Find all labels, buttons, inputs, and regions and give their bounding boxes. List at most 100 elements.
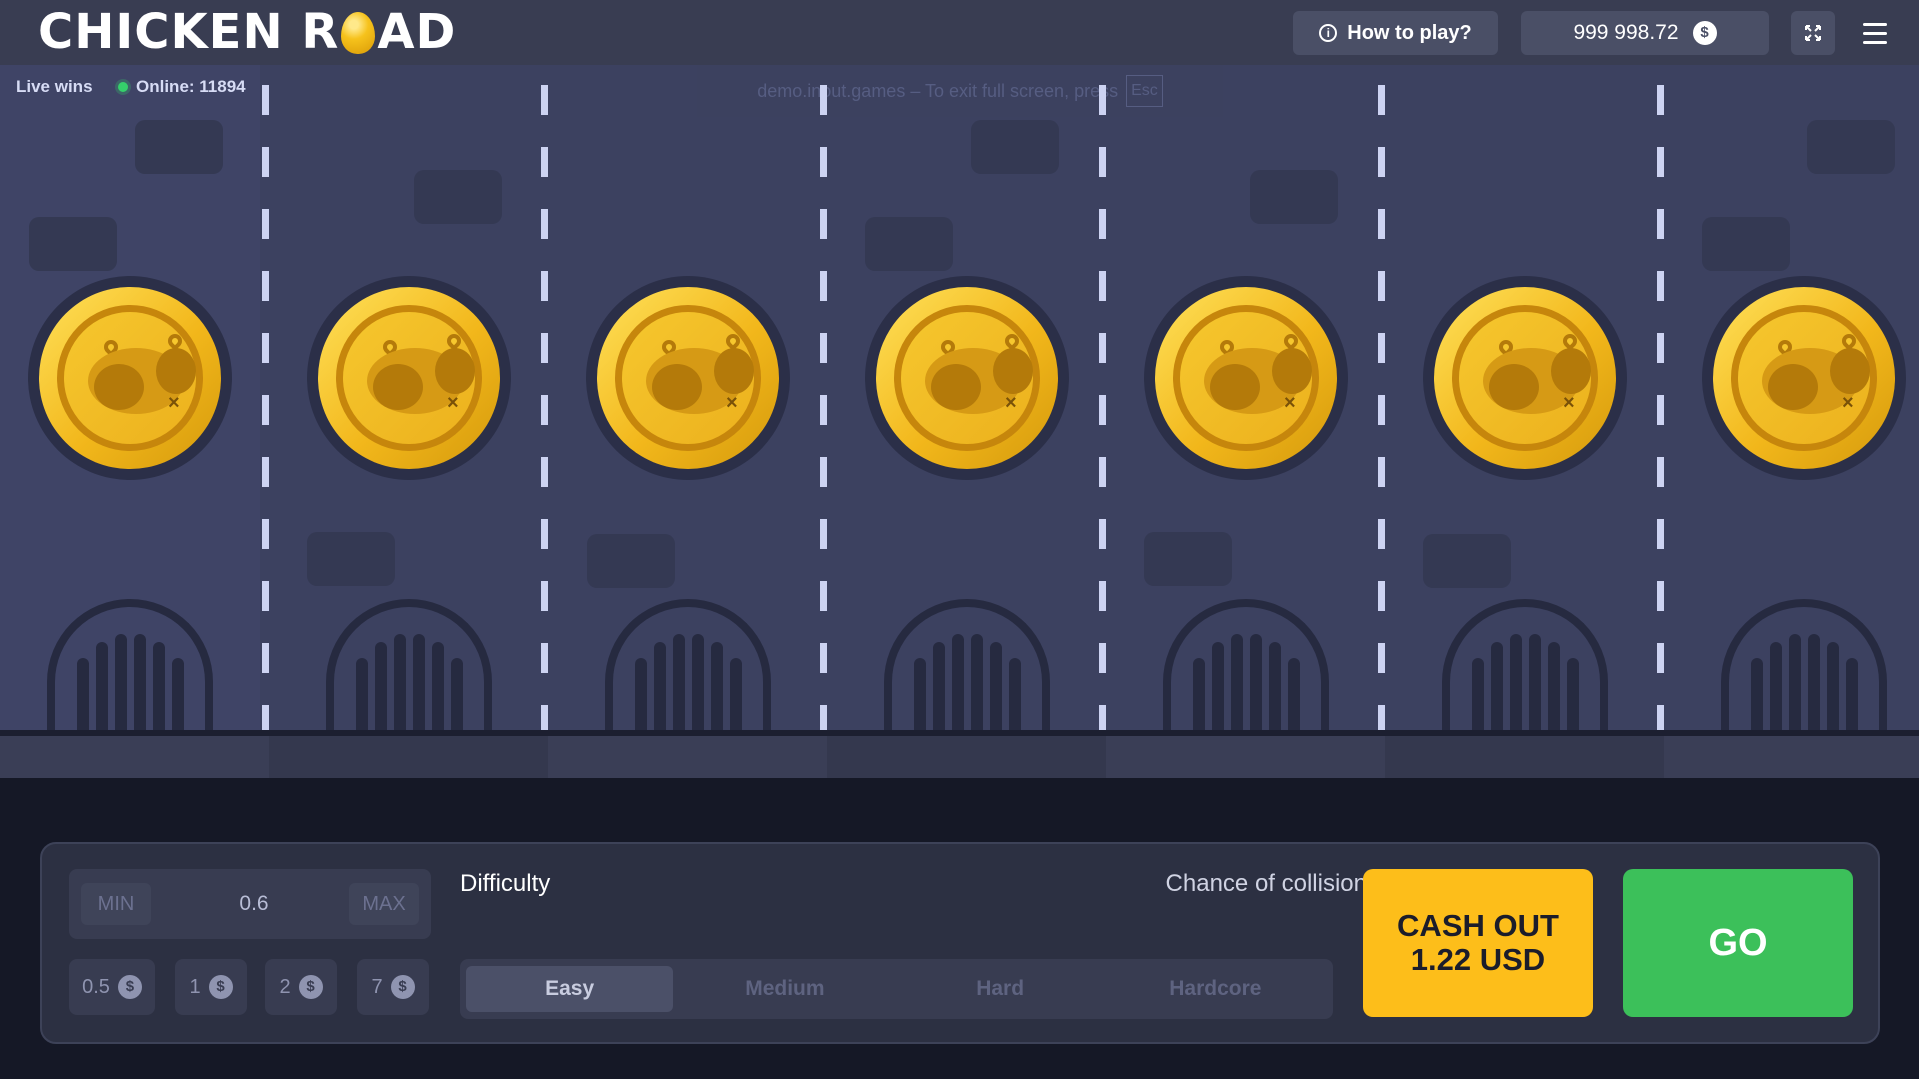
fullscreen-icon (1805, 25, 1821, 41)
info-icon: i (1319, 24, 1338, 42)
chicken-x-mark: × (168, 392, 180, 414)
difficulty-option-medium[interactable]: Medium (681, 966, 888, 1012)
quick-bet-chip[interactable]: 7 $ (357, 959, 429, 1015)
cash-out-button[interactable]: CASH OUT 1.22 USD (1363, 869, 1593, 1017)
lane-divider (262, 85, 269, 730)
bet-control-panel: MIN 0.6 MAX 0.5 $ 1 $ 2 $ 7 $ Difficulty… (40, 842, 1880, 1044)
online-status-dot (118, 82, 128, 92)
chicken-coin-icon: × (318, 287, 500, 469)
dollar-coin-icon: $ (208, 975, 233, 999)
dollar-coin-icon: $ (298, 975, 323, 999)
how-to-play-label: How to play? (1347, 21, 1472, 44)
dollar-coin-icon: $ (390, 975, 415, 999)
lane-divider (1378, 85, 1385, 730)
online-counter: Online: 11894 (118, 77, 246, 97)
chip-amount: 0.5 (82, 975, 110, 998)
lane-divider (541, 85, 548, 730)
quick-bet-chip[interactable]: 1 $ (175, 959, 247, 1015)
top-bar: CHICKEN R AD i How to play? 999 998.72 $ (0, 0, 1919, 65)
car-shadow (1250, 170, 1338, 224)
how-to-play-button[interactable]: i How to play? (1293, 11, 1498, 55)
chicken-coin-icon: × (1155, 287, 1337, 469)
esc-key-badge: Esc (1126, 75, 1163, 107)
fullscreen-notice: demo.inout.games – To exit full screen, … (697, 65, 1223, 117)
sewer-grate-icon (605, 599, 771, 730)
bet-min-button[interactable]: MIN (81, 883, 151, 925)
hamburger-icon-line (1863, 40, 1887, 44)
lane-coin[interactable]: × (586, 276, 790, 480)
cash-out-label: CASH OUT (1397, 908, 1559, 943)
balance-display: 999 998.72 $ (1521, 11, 1769, 55)
car-shadow (414, 170, 502, 224)
sewer-grate-icon (1163, 599, 1329, 730)
car-shadow (587, 534, 675, 588)
menu-button[interactable] (1853, 11, 1897, 55)
difficulty-selector: Easy Medium Hard Hardcore (460, 959, 1333, 1019)
chicken-coin-icon: × (597, 287, 779, 469)
hamburger-icon-line (1863, 22, 1887, 26)
car-shadow (865, 217, 953, 271)
chicken-x-mark: × (447, 392, 459, 414)
car-shadow (971, 120, 1059, 174)
lane-divider (1657, 85, 1664, 730)
car-shadow (29, 217, 117, 271)
chicken-x-mark: × (1842, 392, 1854, 414)
go-button[interactable]: GO (1623, 869, 1853, 1017)
difficulty-option-hardcore[interactable]: Hardcore (1112, 966, 1319, 1012)
bet-amount-field: MIN 0.6 MAX (69, 869, 431, 939)
strip-segment (1385, 736, 1664, 778)
lane-coin[interactable]: × (1423, 276, 1627, 480)
game-road: Live wins Online: 11894 demo.inout.games… (0, 65, 1919, 730)
road-bottom-strip (0, 736, 1919, 778)
chicken-x-mark: × (1284, 392, 1296, 414)
car-shadow (1144, 532, 1232, 586)
sewer-grate-icon (1721, 599, 1887, 730)
cash-out-amount: 1.22 USD (1410, 942, 1546, 977)
lane-coin[interactable]: × (28, 276, 232, 480)
car-shadow (1702, 217, 1790, 271)
lane-divider (820, 85, 827, 730)
live-wins-tab[interactable]: Live wins (16, 77, 93, 97)
game-logo: CHICKEN R AD (38, 6, 456, 58)
chip-amount: 7 (371, 975, 383, 998)
lane-coin[interactable]: × (865, 276, 1069, 480)
dollar-coin-icon: $ (1692, 21, 1717, 45)
strip-segment (269, 736, 548, 778)
balance-amount: 999 998.72 (1573, 21, 1679, 44)
car-shadow (1423, 534, 1511, 588)
difficulty-option-easy[interactable]: Easy (466, 966, 674, 1012)
online-count: Online: 11894 (136, 77, 246, 96)
lane-coin[interactable]: × (307, 276, 511, 480)
chicken-coin-icon: × (39, 287, 221, 469)
sewer-grate-icon (1442, 599, 1608, 730)
strip-segment (827, 736, 1106, 778)
chip-amount: 2 (279, 975, 291, 998)
dollar-coin-icon: $ (117, 975, 142, 999)
chicken-x-mark: × (1005, 392, 1017, 414)
chicken-coin-icon: × (1434, 287, 1616, 469)
collision-chance-label: Chance of collision (1165, 870, 1367, 897)
lane-coin[interactable]: × (1144, 276, 1348, 480)
fullscreen-notice-text: demo.inout.games – To exit full screen, … (757, 80, 1119, 101)
chicken-coin-icon: × (1713, 287, 1895, 469)
car-shadow (135, 120, 223, 174)
sewer-grate-icon (884, 599, 1050, 730)
quick-bet-chip[interactable]: 0.5 $ (69, 959, 155, 1015)
egg-icon (341, 12, 376, 54)
quick-bet-chip[interactable]: 2 $ (265, 959, 337, 1015)
lane-divider (1099, 85, 1106, 730)
lane-coin[interactable]: × (1702, 276, 1906, 480)
chicken-x-mark: × (726, 392, 738, 414)
fullscreen-button[interactable] (1791, 11, 1835, 55)
chip-amount: 1 (189, 975, 201, 998)
difficulty-label: Difficulty (460, 870, 551, 897)
logo-text-left: CHICKEN R (38, 4, 340, 60)
difficulty-option-hard[interactable]: Hard (897, 966, 1104, 1012)
chicken-x-mark: × (1563, 392, 1575, 414)
car-shadow (307, 532, 395, 586)
logo-text-right: AD (377, 4, 457, 60)
bet-amount-input[interactable]: 0.6 (179, 883, 329, 925)
bet-max-button[interactable]: MAX (349, 883, 419, 925)
chicken-coin-icon: × (876, 287, 1058, 469)
car-shadow (1807, 120, 1895, 174)
